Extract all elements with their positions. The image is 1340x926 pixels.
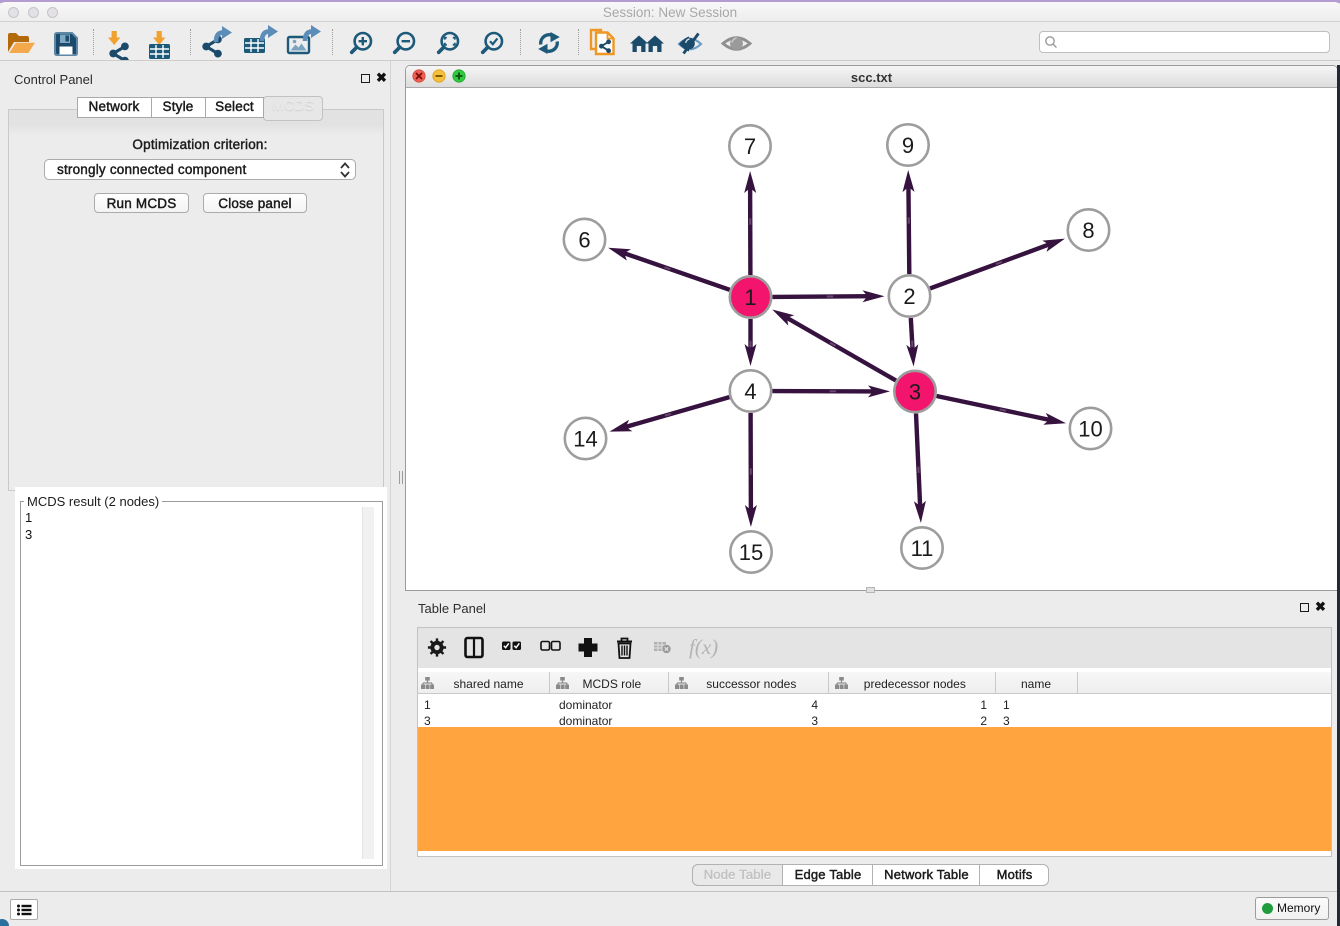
- svg-text:14: 14: [573, 426, 597, 451]
- svg-text:9: 9: [902, 133, 914, 158]
- svg-text:1: 1: [744, 285, 756, 310]
- svg-text:6: 6: [578, 227, 590, 252]
- svg-text:4: 4: [744, 379, 756, 404]
- svg-text:3: 3: [909, 379, 921, 404]
- svg-text:10: 10: [1078, 416, 1102, 441]
- svg-text:7: 7: [744, 134, 756, 159]
- svg-text:8: 8: [1082, 218, 1094, 243]
- svg-text:f(x): f(x): [689, 635, 718, 659]
- svg-text:15: 15: [739, 540, 763, 565]
- svg-text:11: 11: [911, 536, 934, 561]
- svg-text:2: 2: [903, 284, 915, 309]
